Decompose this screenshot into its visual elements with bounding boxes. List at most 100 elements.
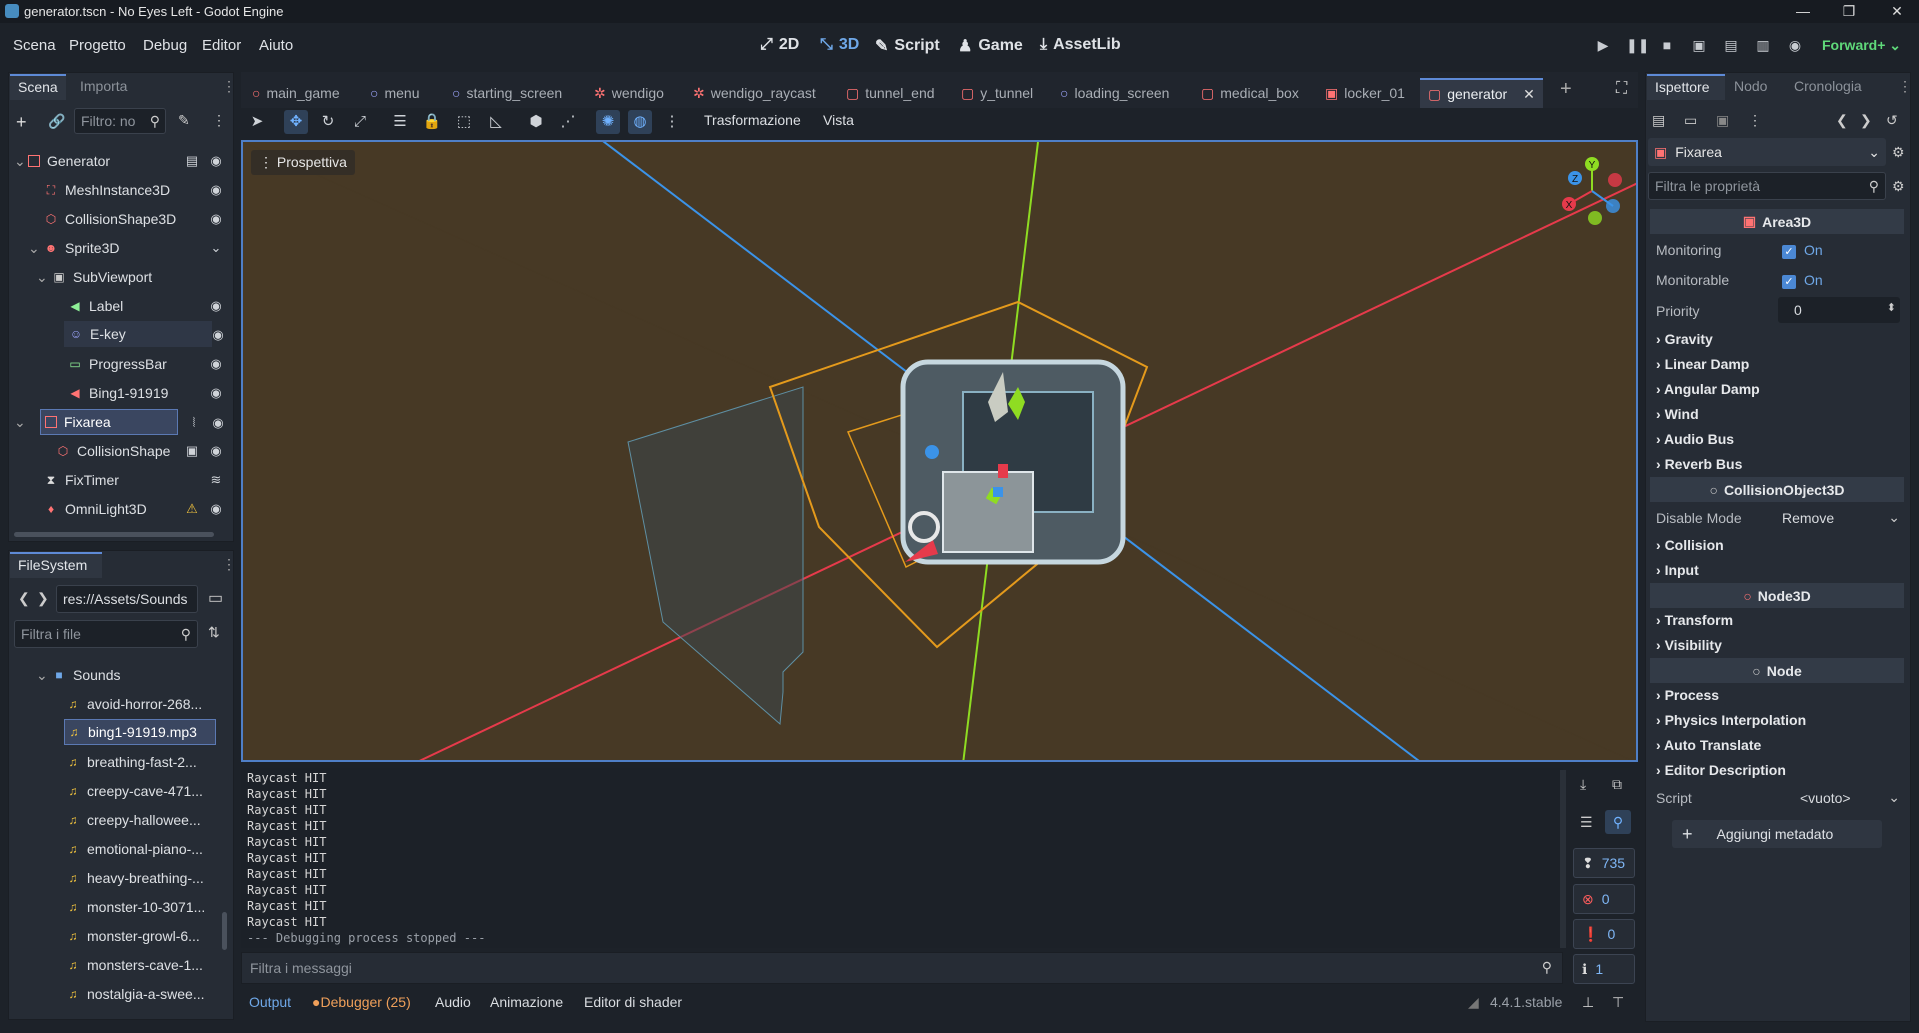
menu-debug[interactable]: Debug xyxy=(143,37,187,54)
scene-tab[interactable]: ▣ locker_01 xyxy=(1325,78,1405,108)
tab-shader-editor[interactable]: Editor di shader xyxy=(584,994,682,1010)
tab-inspector[interactable]: Ispettore xyxy=(1647,74,1725,100)
scene-tab[interactable]: ▢ y_tunnel xyxy=(961,78,1033,108)
scale-tool-icon[interactable]: ⤢ xyxy=(348,110,372,134)
tree-node-sprite3d[interactable]: ⌄ ☻ Sprite3D ⌄ xyxy=(28,235,224,261)
add-tab-icon[interactable]: + xyxy=(1560,78,1572,101)
folder-sounds[interactable]: ⌄ ■ Sounds xyxy=(36,662,216,688)
history-forward-icon[interactable]: ❯ xyxy=(1860,112,1872,129)
xz-plane-handle[interactable] xyxy=(998,464,1008,478)
priority-spinbox[interactable]: 0 ⬍ xyxy=(1778,297,1900,323)
visibility-eye-icon[interactable]: ◉ xyxy=(208,357,224,371)
play-icon[interactable]: ▶ xyxy=(1594,37,1612,55)
tree-node-bing[interactable]: ◀ Bing1-91919 ◉ xyxy=(68,380,224,406)
pause-icon[interactable]: ❚❚ xyxy=(1626,37,1649,55)
link-icon[interactable]: 🔗 xyxy=(48,113,65,130)
group-icon[interactable]: ⬚ xyxy=(452,110,476,134)
tree-node-ekey[interactable]: ☺ E-key xyxy=(64,321,212,347)
section-angular-damp[interactable]: › Angular Damp xyxy=(1656,381,1760,397)
section-input[interactable]: › Input xyxy=(1656,562,1699,578)
file-item-selected[interactable]: ♫ bing1-91919.mp3 xyxy=(64,719,216,745)
tree-node-fixarea-selected[interactable]: Fixarea xyxy=(40,409,178,435)
object-selector[interactable]: ▣ Fixarea ⌄ xyxy=(1648,138,1886,166)
dock-menu-icon[interactable]: ⋮ xyxy=(222,556,236,573)
play-custom-icon[interactable]: ▥ xyxy=(1754,37,1772,55)
tree-node-omnilight[interactable]: ♦ OmniLight3D ⚠ ◉ xyxy=(44,496,224,522)
gizmo-icon[interactable]: ▣ xyxy=(184,444,200,458)
visibility-eye-icon[interactable]: ◉ xyxy=(208,183,224,197)
tab-import[interactable]: Importa xyxy=(80,78,127,94)
maximize-icon[interactable]: ❐ xyxy=(1834,2,1864,20)
menu-scene[interactable]: Scena xyxy=(13,37,56,54)
doc-icon[interactable]: ⚙ xyxy=(1892,144,1905,161)
scene-tab[interactable]: ▢ medical_box xyxy=(1201,78,1299,108)
list-select-icon[interactable]: ☰ xyxy=(388,110,412,134)
scene-tab[interactable]: ○ loading_screen xyxy=(1060,78,1169,108)
tab-scene[interactable]: Scena xyxy=(10,74,66,100)
add-node-icon[interactable]: + xyxy=(16,112,27,133)
workspace-3d-button[interactable]: ⤡ 3D xyxy=(820,36,859,54)
script-icon[interactable]: ▤ xyxy=(184,154,200,168)
chevron-down-icon[interactable]: ⌄ xyxy=(36,269,52,286)
tab-debugger[interactable]: ●Debugger (25) xyxy=(312,994,411,1010)
visibility-eye-icon[interactable]: ◉ xyxy=(208,386,224,400)
object-history-icon[interactable]: ↺ xyxy=(1886,112,1898,129)
visibility-eye-icon[interactable]: ◉ xyxy=(210,416,226,430)
file-item[interactable]: ♫ monster-10-3071... xyxy=(66,894,216,920)
3d-viewport[interactable]: ⋮ Prospettiva Y X Z xyxy=(241,140,1638,762)
section-process[interactable]: › Process xyxy=(1656,687,1719,703)
file-filter-input[interactable]: Filtra i file ⚲ xyxy=(14,620,198,648)
remote-debug-icon[interactable]: ▣ xyxy=(1690,37,1708,55)
workspace-script-button[interactable]: ✎ Script xyxy=(875,36,940,56)
scroll-lock-icon[interactable]: ⤓ xyxy=(1580,776,1586,793)
file-item[interactable]: ♫ heavy-breathing-... xyxy=(66,865,216,891)
file-scrollbar[interactable] xyxy=(222,912,227,950)
tab-animation[interactable]: Animazione xyxy=(490,994,563,1010)
path-field[interactable]: res://Assets/Sounds xyxy=(56,585,198,613)
section-collision[interactable]: › Collision xyxy=(1656,537,1724,553)
file-item[interactable]: ♫ emotional-piano-... xyxy=(66,836,216,862)
search-log-icon[interactable]: ⚲ xyxy=(1605,810,1631,834)
tree-node-fixtimer[interactable]: ⧗ FixTimer ≋ xyxy=(44,467,224,493)
file-item[interactable]: ♫ avoid-horror-268... xyxy=(66,691,216,717)
file-item[interactable]: ♫ creepy-hallowee... xyxy=(66,807,216,833)
tab-output[interactable]: Output xyxy=(249,994,291,1010)
local-space-icon[interactable]: ⬢ xyxy=(524,110,548,134)
section-gravity[interactable]: › Gravity xyxy=(1656,331,1713,347)
yz-plane-handle[interactable] xyxy=(993,487,1003,497)
add-metadata-button[interactable]: + Aggiungi metadato xyxy=(1672,820,1882,848)
view-menu[interactable]: Vista xyxy=(823,112,854,128)
scene-tab[interactable]: ✲ wendigo_raycast xyxy=(693,78,816,108)
scene-options-icon[interactable]: ⋮ xyxy=(212,112,226,129)
dock-menu-icon[interactable]: ⋮ xyxy=(1898,78,1912,95)
tab-node[interactable]: Nodo xyxy=(1734,78,1767,94)
visibility-eye-icon[interactable]: ◉ xyxy=(208,212,224,226)
monitorable-checkbox[interactable]: ✓ On xyxy=(1782,272,1823,289)
close-tab-icon[interactable]: ✕ xyxy=(1523,86,1535,103)
scene-filter-input[interactable]: Filtro: no ⚲ xyxy=(74,108,166,134)
menu-project[interactable]: Progetto xyxy=(69,37,126,54)
info-count-toggle[interactable]: ℹ1 xyxy=(1573,954,1635,984)
move-tool-icon[interactable]: ✥ xyxy=(284,110,308,134)
message-filter-input[interactable]: Filtra i messaggi ⚲ xyxy=(241,952,1563,984)
snap-icon[interactable]: ⋰ xyxy=(556,110,580,134)
chevron-down-icon[interactable]: ⌄ xyxy=(14,153,28,170)
tree-node-progressbar[interactable]: ▭ ProgressBar ◉ xyxy=(68,351,224,377)
scene-tab-active[interactable]: ▢ generator ✕ xyxy=(1420,78,1543,108)
history-back-icon[interactable]: ❮ xyxy=(1836,112,1848,129)
copy-icon[interactable]: ⧉ xyxy=(1612,776,1622,793)
orientation-gizmo[interactable]: Y X Z xyxy=(1557,156,1627,226)
distraction-free-icon[interactable]: ⛶ xyxy=(1616,80,1627,98)
chevron-down-icon[interactable]: ⌄ xyxy=(28,240,44,257)
script-attach-icon[interactable]: ✎ xyxy=(178,112,190,129)
signal-icon[interactable]: ⦚ xyxy=(186,416,202,430)
menu-help[interactable]: Aiuto xyxy=(259,37,293,54)
pin-icon[interactable]: ⊥ xyxy=(1582,994,1594,1011)
resource-menu-icon[interactable]: ⋮ xyxy=(1748,112,1762,129)
environment-preview-icon[interactable]: ◍ xyxy=(628,110,652,134)
property-filter-input[interactable]: Filtra le proprietà ⚲ xyxy=(1648,172,1886,200)
visibility-eye-icon[interactable]: ◉ xyxy=(208,502,224,516)
workspace-game-button[interactable]: ♟ Game xyxy=(958,36,1023,56)
scene-tab[interactable]: ✲ wendigo xyxy=(594,78,664,108)
more-options-icon[interactable]: ⋮ xyxy=(660,110,684,134)
